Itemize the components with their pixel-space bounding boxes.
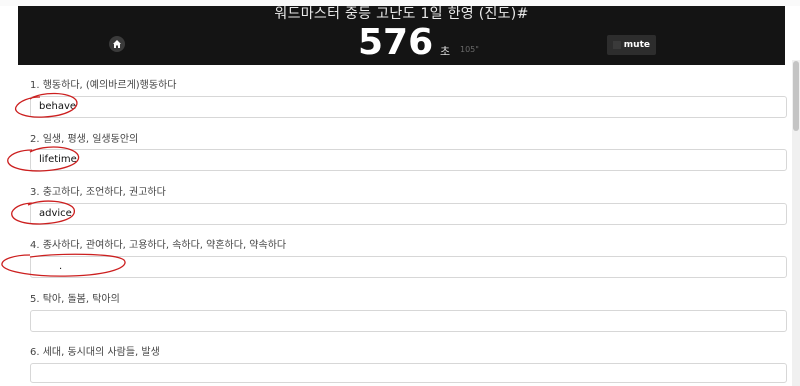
circle-annotation [7,146,80,172]
circle-annotation [1,253,126,277]
circle-annotation [11,200,75,225]
handwritten-circles [1,92,126,277]
circle-annotation [14,92,78,118]
